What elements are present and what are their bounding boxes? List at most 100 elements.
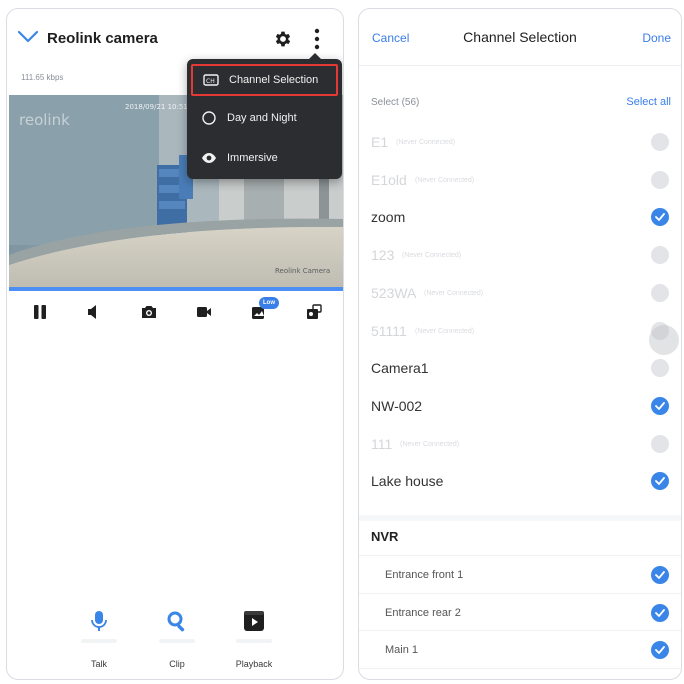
snapshot-button[interactable] — [138, 301, 160, 323]
checkbox-checked[interactable] — [651, 566, 669, 584]
chevron-down-icon[interactable] — [17, 29, 39, 45]
more-vertical-icon[interactable] — [311, 27, 323, 51]
audio-button[interactable] — [83, 301, 105, 323]
channel-row[interactable]: 523WA (Never Connected) — [359, 274, 681, 311]
eye-icon — [202, 153, 216, 163]
channel-name: zoom — [371, 209, 406, 226]
checkbox-checked[interactable] — [651, 678, 669, 679]
stream-quality-badge: Low — [259, 297, 279, 309]
channel-selection-panel: Channel Selection Cancel Done Select (56… — [358, 8, 682, 680]
checkbox-unchecked[interactable] — [651, 170, 669, 189]
nvr-channel-row[interactable]: Entrance front 1 — [359, 555, 681, 592]
checkmark-icon — [655, 477, 665, 486]
multi-view-button[interactable] — [303, 301, 325, 323]
live-toolbar — [7, 295, 343, 329]
channel-row[interactable]: NW-002 — [359, 387, 681, 424]
checkbox-unchecked[interactable] — [651, 434, 669, 453]
channel-row[interactable]: 51111 (Never Connected) — [359, 312, 681, 349]
select-count: Select (56) — [371, 97, 420, 108]
channel-status: (Never Connected) — [415, 327, 475, 335]
channel-row[interactable]: 111 (Never Connected) — [359, 425, 681, 462]
channel-row[interactable]: Camera1 — [359, 349, 681, 386]
playback-label: Playback — [235, 659, 273, 669]
channel-status: (Never Connected) — [396, 139, 456, 146]
checkmark-icon — [655, 213, 665, 222]
playback-button[interactable]: Playback — [224, 605, 284, 675]
channel-name: E1old — [371, 171, 407, 188]
nvr-channel-row[interactable]: Basement entrance — [359, 667, 681, 679]
menu-item-label: Immersive — [227, 152, 278, 164]
video-watermark: reolink — [19, 111, 70, 129]
day-night-icon — [202, 111, 216, 125]
channel-selection-header: Channel Selection Cancel Done — [359, 9, 681, 65]
channel-row[interactable]: Lake house — [359, 462, 681, 499]
channel-status: (Never Connected) — [402, 252, 462, 260]
checkmark-icon — [655, 608, 665, 617]
checkmark-icon — [655, 401, 665, 410]
playback-button-base — [236, 639, 272, 643]
more-menu: CH Channel Selection Day and Night Immer… — [187, 53, 342, 179]
channel-name: 111 — [371, 435, 393, 452]
checkbox-unchecked[interactable] — [651, 283, 669, 302]
nvr-channel-row[interactable]: Entrance rear 2 — [359, 592, 681, 630]
bottom-actions: Talk Clip Playback — [7, 605, 343, 675]
channel-name: Lake house — [371, 473, 444, 490]
nvr-channel-row[interactable]: Main 1 — [359, 630, 681, 667]
header-divider — [359, 65, 681, 66]
select-row: Select (56) Select all — [359, 95, 681, 113]
channel-row[interactable]: zoom — [359, 198, 681, 235]
checkbox-checked[interactable] — [651, 208, 669, 227]
channel-name: Entrance front 1 — [385, 569, 464, 581]
channel-name: NW-002 — [371, 397, 423, 414]
search-icon — [167, 611, 185, 632]
channel-name: 523WA — [371, 284, 417, 301]
bitrate-readout: 111.65 kbps — [21, 73, 64, 82]
multi-view-icon — [307, 304, 322, 319]
checkbox-checked[interactable] — [651, 396, 669, 415]
checkbox-unchecked[interactable] — [651, 133, 669, 151]
clip-button-base — [159, 639, 195, 643]
clip-button[interactable]: Clip — [147, 605, 207, 675]
channel-name: 51111 — [371, 322, 407, 339]
checkbox-checked[interactable] — [651, 472, 669, 491]
clip-label: Clip — [169, 659, 185, 669]
pause-button[interactable] — [29, 301, 51, 323]
checkbox-checked[interactable] — [651, 603, 669, 622]
select-all-button[interactable]: Select all — [626, 96, 671, 108]
playback-icon — [244, 611, 264, 631]
menu-item-immersive[interactable]: Immersive — [191, 142, 338, 174]
checkbox-unchecked[interactable] — [651, 246, 669, 265]
pause-icon — [34, 305, 46, 319]
channel-row[interactable]: E1 (Never Connected) — [359, 123, 681, 160]
channel-name: Entrance rear 2 — [385, 606, 461, 619]
nvr-section-title: NVR — [371, 529, 399, 544]
video-progress-bar — [9, 287, 343, 291]
live-view-panel: Reolink camera 111.65 kbps CH Channel Se… — [6, 8, 344, 680]
gear-icon[interactable] — [273, 29, 293, 49]
camera-icon — [142, 306, 156, 318]
channel-status: (Never Connected) — [415, 176, 475, 184]
record-button[interactable] — [193, 301, 215, 323]
cancel-button[interactable]: Cancel — [372, 31, 409, 45]
section-separator — [359, 515, 681, 521]
channel-status: (Never Connected) — [400, 440, 460, 448]
speaker-mute-icon — [88, 305, 96, 319]
camera-title[interactable]: Reolink camera — [47, 30, 158, 47]
video-camera-label: Reolink Camera — [275, 267, 330, 275]
channel-icon: CH — [203, 74, 219, 86]
done-button[interactable]: Done — [642, 31, 671, 45]
channel-row[interactable]: 123 (Never Connected) — [359, 236, 681, 273]
checkbox-unchecked[interactable] — [651, 359, 669, 378]
talk-button-base — [81, 639, 117, 643]
video-camera-icon — [197, 307, 211, 317]
menu-item-label: Channel Selection — [229, 74, 319, 86]
talk-button[interactable]: Talk — [69, 605, 129, 675]
video-timestamp: 2018/09/21 10:51 — [125, 103, 188, 111]
channel-row[interactable]: E1old (Never Connected) — [359, 161, 681, 198]
menu-item-channel-selection[interactable]: CH Channel Selection — [191, 64, 338, 96]
menu-item-day-and-night[interactable]: Day and Night — [191, 102, 338, 134]
checkbox-checked[interactable] — [651, 641, 669, 659]
checkmark-icon — [655, 571, 665, 579]
channel-name: Camera1 — [371, 360, 429, 377]
mic-icon — [91, 611, 107, 631]
